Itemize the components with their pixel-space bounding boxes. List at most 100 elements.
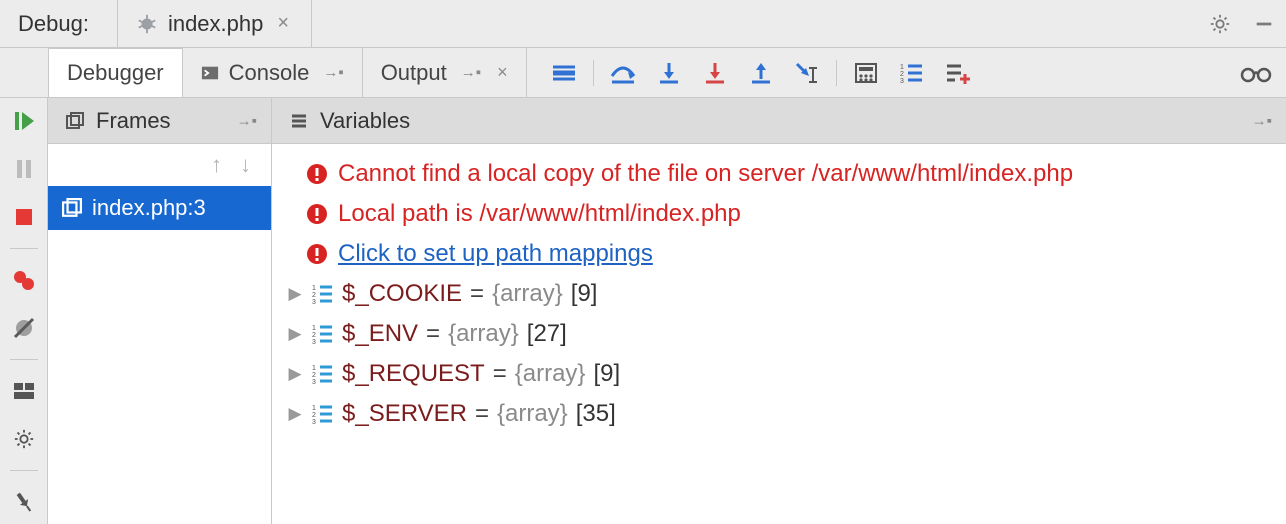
hide-button[interactable] (1242, 0, 1286, 47)
step-over-button[interactable] (600, 48, 646, 97)
array-icon: 123 (312, 403, 334, 425)
tab-console[interactable]: Console →▪ (183, 48, 363, 97)
variable-count: [9] (593, 360, 620, 388)
array-icon: 123 (312, 283, 334, 305)
run-to-cursor-icon (794, 61, 820, 85)
svg-text:1: 1 (312, 365, 316, 372)
stop-icon (14, 207, 34, 227)
variables-panel-header[interactable]: Variables →▪ (272, 98, 1286, 143)
evaluate-expression-button[interactable] (843, 48, 889, 97)
svg-text:2: 2 (900, 71, 904, 78)
variable-type: {array} (515, 360, 586, 388)
frames-panel: ↑ ↓ index.php:3 (48, 144, 272, 524)
popout-icon[interactable]: →▪ (1252, 112, 1272, 129)
debug-config-tab-label: index.php (168, 11, 263, 37)
path-mappings-link[interactable]: Click to set up path mappings (338, 240, 653, 268)
settings-button[interactable] (1198, 0, 1242, 47)
variable-row[interactable]: ▶123$_COOKIE = {array} [9] (280, 274, 1278, 314)
variable-row[interactable]: ▶123$_SERVER = {array} [35] (280, 394, 1278, 434)
debug-title: Debug: (0, 11, 117, 37)
console-icon (201, 64, 219, 82)
force-step-into-button[interactable] (692, 48, 738, 97)
equals-sign: = (470, 280, 484, 308)
trace-button[interactable]: 1 2 3 (889, 48, 935, 97)
tab-output-label: Output (381, 60, 447, 86)
minimize-icon (1253, 13, 1275, 35)
popout-icon[interactable]: →▪ (237, 112, 257, 129)
error-icon (306, 163, 328, 185)
error-line: Click to set up path mappings (280, 234, 1278, 274)
run-to-cursor-button[interactable] (784, 48, 830, 97)
step-over-icon (609, 62, 637, 84)
variable-name: $_REQUEST (342, 360, 485, 388)
array-icon: 123 (312, 323, 334, 345)
resume-button[interactable] (4, 104, 44, 138)
svg-text:1: 1 (312, 325, 316, 332)
step-into-button[interactable] (646, 48, 692, 97)
watches-button[interactable] (1226, 48, 1286, 97)
tab-debugger[interactable]: Debugger (48, 48, 183, 97)
variable-count: [9] (571, 280, 598, 308)
variable-name: $_COOKIE (342, 280, 462, 308)
close-icon[interactable]: × (273, 12, 293, 35)
gear-icon (13, 428, 35, 450)
stop-button[interactable] (4, 200, 44, 234)
debug-config-tab[interactable]: index.php × (117, 0, 312, 47)
variable-type: {array} (497, 400, 568, 428)
frame-next-button[interactable]: ↓ (240, 152, 251, 178)
expand-icon[interactable]: ▶ (286, 284, 304, 304)
equals-sign: = (493, 360, 507, 388)
tab-debugger-label: Debugger (67, 60, 164, 86)
frames-panel-header[interactable]: Frames →▪ (48, 98, 272, 143)
add-watch-button[interactable] (935, 48, 981, 97)
mute-breakpoints-button[interactable] (4, 311, 44, 345)
error-line: Local path is /var/www/html/index.php (280, 194, 1278, 234)
step-out-button[interactable] (738, 48, 784, 97)
pin-button[interactable] (4, 485, 44, 519)
expand-icon[interactable]: ▶ (286, 404, 304, 424)
step-out-icon (749, 61, 773, 85)
list-plus-icon (945, 62, 971, 84)
exec-point-icon (551, 63, 577, 83)
variable-row[interactable]: ▶ 123 $_REQUEST = {array} [9] (280, 354, 1278, 394)
stackframe-icon (62, 198, 82, 218)
close-icon[interactable]: × (491, 62, 508, 83)
error-icon (306, 243, 328, 265)
svg-text:3: 3 (312, 379, 316, 385)
variable-name: $_SERVER (342, 400, 467, 428)
frames-icon (66, 112, 84, 130)
svg-text:2: 2 (312, 372, 316, 379)
debug-settings-button[interactable] (4, 422, 44, 456)
frame-row[interactable]: index.php:3 (48, 186, 271, 230)
svg-text:2: 2 (312, 412, 316, 419)
numbered-list-icon: 1 2 3 (900, 62, 924, 84)
show-execution-point-button[interactable] (541, 48, 587, 97)
error-icon (306, 203, 328, 225)
step-into-icon (657, 61, 681, 85)
svg-text:1: 1 (900, 64, 904, 71)
svg-text:1: 1 (312, 285, 316, 292)
error-line: Cannot find a local copy of the file on … (280, 154, 1278, 194)
variable-row[interactable]: ▶123$_ENV = {array} [27] (280, 314, 1278, 354)
tab-output[interactable]: Output →▪ × (363, 48, 527, 97)
pause-button[interactable] (4, 152, 44, 186)
frame-prev-button[interactable]: ↑ (211, 152, 222, 178)
error-text: Cannot find a local copy of the file on … (338, 160, 1073, 188)
svg-text:1: 1 (312, 405, 316, 412)
expand-icon[interactable]: ▶ (286, 364, 304, 384)
popout-icon: →▪ (323, 64, 343, 81)
variables-panel-title: Variables (320, 108, 410, 134)
pause-icon (15, 158, 33, 180)
variable-type: {array} (448, 320, 519, 348)
variables-icon (290, 112, 308, 130)
svg-text:3: 3 (312, 419, 316, 425)
frames-panel-title: Frames (96, 108, 171, 134)
svg-text:2: 2 (312, 292, 316, 299)
layout-settings-button[interactable] (4, 374, 44, 408)
expand-icon[interactable]: ▶ (286, 324, 304, 344)
tab-console-label: Console (229, 60, 310, 86)
variable-count: [27] (527, 320, 567, 348)
view-breakpoints-button[interactable] (4, 263, 44, 297)
step-toolbar: 1 2 3 (527, 48, 981, 97)
mute-breakpoints-icon (12, 316, 36, 340)
